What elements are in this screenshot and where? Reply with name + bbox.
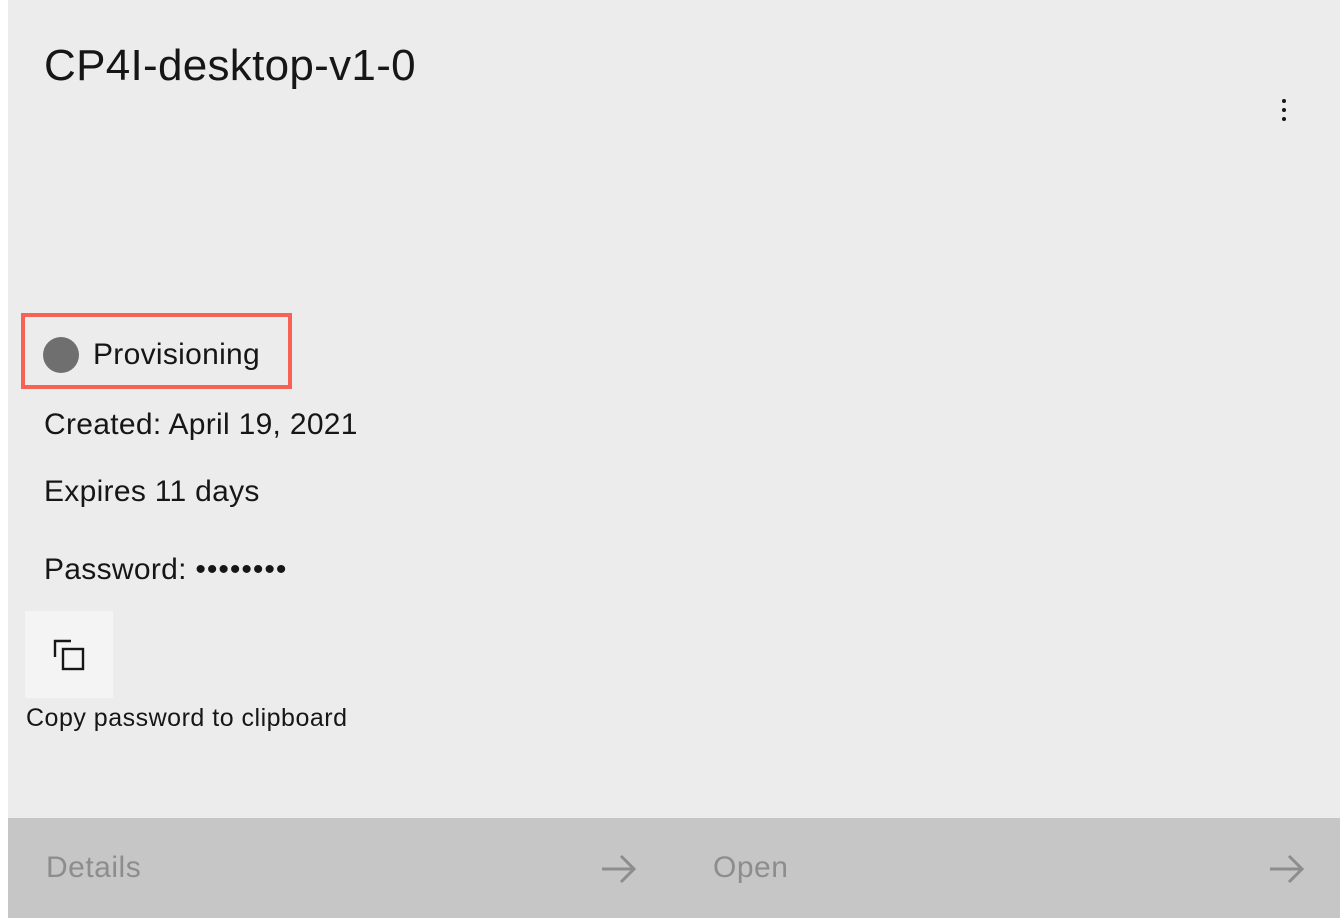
card-footer: Details Open (8, 818, 1340, 918)
open-link[interactable]: Open (676, 818, 1340, 918)
overflow-menu-icon (1282, 99, 1286, 103)
open-label: Open (713, 851, 789, 884)
created-date: Created: April 19, 2021 (44, 408, 358, 441)
arrow-right-icon (602, 854, 637, 884)
environment-card: CP4I-desktop-v1-0 Provisioning Created: … (8, 0, 1340, 918)
copy-password-caption: Copy password to clipboard (26, 704, 348, 732)
password-value: •••••••• (195, 553, 288, 586)
copy-password-button[interactable] (25, 611, 113, 698)
password-row: Password: •••••••• (44, 549, 287, 591)
arrow-right-icon (1270, 854, 1305, 884)
copy-icon (53, 639, 85, 670)
status-label: Provisioning (93, 338, 261, 371)
expiry-info: Expires 11 days (44, 475, 260, 508)
details-label: Details (46, 851, 142, 884)
password-label: Password: (44, 553, 187, 586)
overflow-menu-icon-dot (1282, 108, 1286, 112)
status-indicator-icon (43, 337, 79, 373)
overflow-menu-button[interactable] (1264, 90, 1304, 130)
details-link[interactable]: Details (8, 818, 672, 918)
overflow-menu-icon-dot (1282, 117, 1286, 121)
card-title: CP4I-desktop-v1-0 (44, 41, 416, 90)
